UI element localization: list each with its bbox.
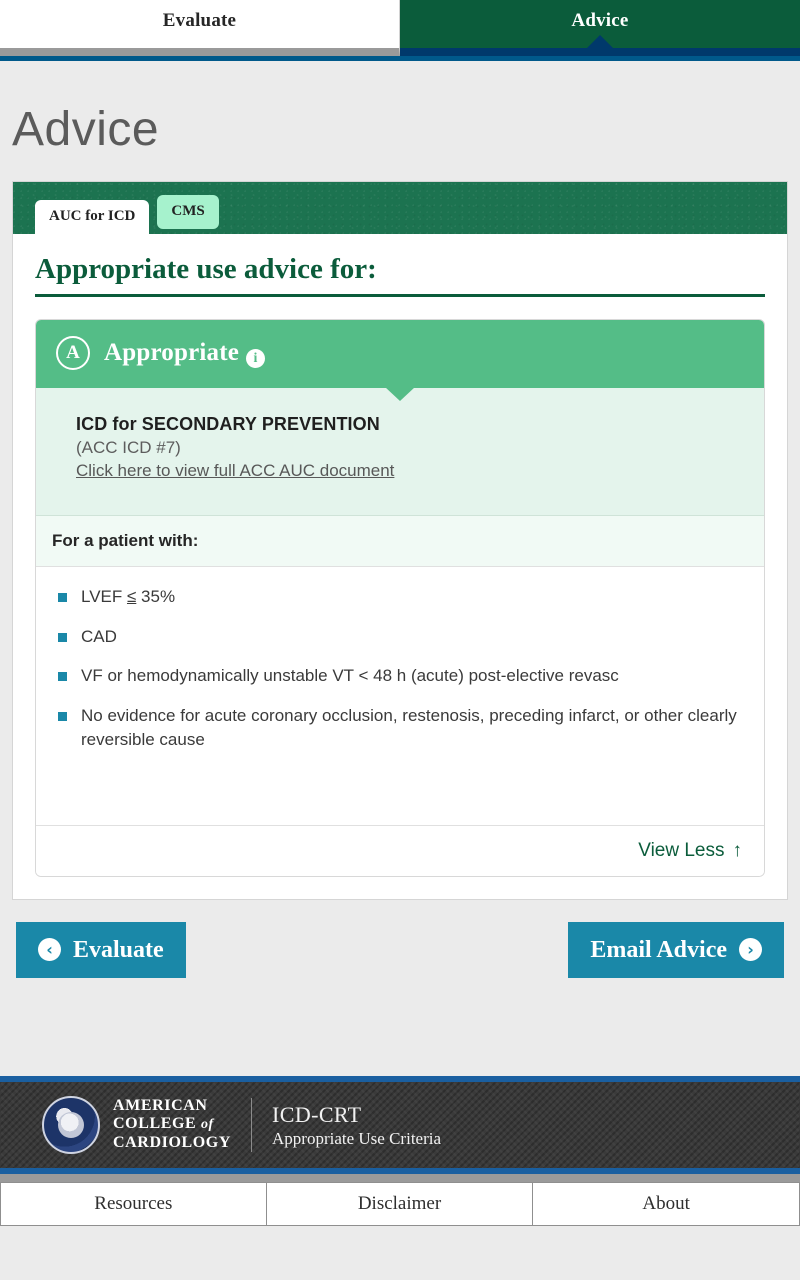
criteria-list: LVEF ≤ 35% CAD VF or hemodynamically uns… [36,566,764,825]
main-tab-bar: Evaluate Advice [0,0,800,56]
acc-line-3: CARDIOLOGY [113,1134,232,1152]
advice-card-body: Appropriate use advice for: A Appropriat… [13,234,787,899]
acc-seal-logo-icon [42,1095,100,1154]
bottom-nav-disclaimer[interactable]: Disclaimer [266,1181,534,1226]
acc-auc-document-link[interactable]: Click here to view full ACC AUC document [76,461,394,481]
list-item: No evidence for acute coronary occlusion… [58,704,748,753]
patient-criteria-band-label: For a patient with: [36,515,764,567]
list-item-text: CAD [81,626,117,646]
footer-divider [251,1097,253,1152]
list-item-text: No evidence for acute coronary occlusion… [81,705,737,750]
page-title: Advice [12,103,160,156]
view-toggle-row: View Less ↑ [36,824,764,876]
rating-notch-icon [385,386,415,401]
email-advice-label: Email Advice [590,936,727,963]
subtab-cms[interactable]: CMS [157,195,219,229]
active-tab-pointer-icon [586,35,614,49]
view-less-label: View Less [638,839,725,861]
arrow-circle-right-icon: › [739,938,762,962]
sub-tab-bar: AUC for ICD CMS [13,182,787,234]
view-less-button[interactable]: View Less ↑ [638,840,742,862]
bullet-icon [58,632,67,642]
acc-line-2-of: of [200,1117,214,1133]
subtab-cms-label: CMS [171,203,205,219]
list-item: CAD [58,625,748,650]
tab-evaluate[interactable]: Evaluate [0,0,400,56]
bottom-nav-about[interactable]: About [533,1181,800,1226]
bottom-nav-resources-label: Resources [94,1192,173,1214]
acc-line-2: COLLEGE of [113,1115,231,1134]
rating-letter-badge: A [56,335,90,370]
evaluate-back-button[interactable]: ‹ Evaluate [16,921,186,978]
bottom-spacer [0,1225,800,1234]
list-item-text: VF or hemodynamically unstable VT < 48 h… [81,666,619,686]
bullet-icon [58,592,67,602]
tab-advice-label: Advice [571,10,629,31]
acc-line-1: AMERICAN [113,1096,208,1114]
advice-card: AUC for ICD CMS Appropriate use advice f… [12,181,788,900]
indication-section: ICD for SECONDARY PREVENTION (ACC ICD #7… [36,387,764,516]
crit-0-post: 35% [136,586,176,606]
list-item: VF or hemodynamically unstable VT < 48 h… [58,664,748,689]
bottom-nav-resources[interactable]: Resources [0,1181,267,1226]
crit-0-underline: ≤ [126,586,137,606]
list-item-text: LVEF ≤ 35% [81,585,175,610]
indication-reference: (ACC ICD #7) [76,437,181,457]
bottom-nav-bar: Resources Disclaimer About [0,1181,800,1226]
product-branding: ICD-CRT Appropriate Use Criteria [272,1101,441,1150]
subtab-auc-for-icd-label: AUC for ICD [49,208,136,224]
bottom-nav-disclaimer-label: Disclaimer [357,1192,442,1214]
acc-org-name: AMERICAN COLLEGE of CARDIOLOGY [113,1097,231,1154]
advice-heading: Appropriate use advice for: [35,253,765,297]
evaluate-back-label: Evaluate [73,936,164,963]
info-icon[interactable]: i [246,349,266,369]
bullet-icon [58,672,67,682]
arrow-circle-left-icon: ‹ [38,938,61,962]
rating-header: A Appropriate i [36,319,764,401]
rating-label: Appropriate i [104,338,266,369]
appropriateness-panel: A Appropriate i ICD for SECONDARY PREVENT… [35,318,765,877]
arrow-up-icon: ↑ [732,840,743,862]
subtab-auc-for-icd[interactable]: AUC for ICD [35,200,150,234]
site-footer: AMERICAN COLLEGE of CARDIOLOGY ICD-CRT A… [0,1081,800,1168]
crit-0-pre: LVEF [81,586,127,606]
bullet-icon [58,711,67,721]
email-advice-button[interactable]: Email Advice › [568,921,784,978]
list-item: LVEF ≤ 35% [58,585,748,610]
product-subtitle: Appropriate Use Criteria [272,1129,442,1149]
bottom-nav-spacer [0,1173,800,1182]
tab-advice[interactable]: Advice [400,0,800,56]
indication-title: ICD for SECONDARY PREVENTION [76,413,380,434]
acc-line-2-main: COLLEGE [113,1115,201,1133]
bottom-nav-about-label: About [642,1192,690,1214]
product-name: ICD-CRT [272,1101,362,1127]
action-button-row: ‹ Evaluate Email Advice › [0,900,800,978]
tab-evaluate-label: Evaluate [162,10,237,31]
rating-label-text: Appropriate [104,338,240,366]
